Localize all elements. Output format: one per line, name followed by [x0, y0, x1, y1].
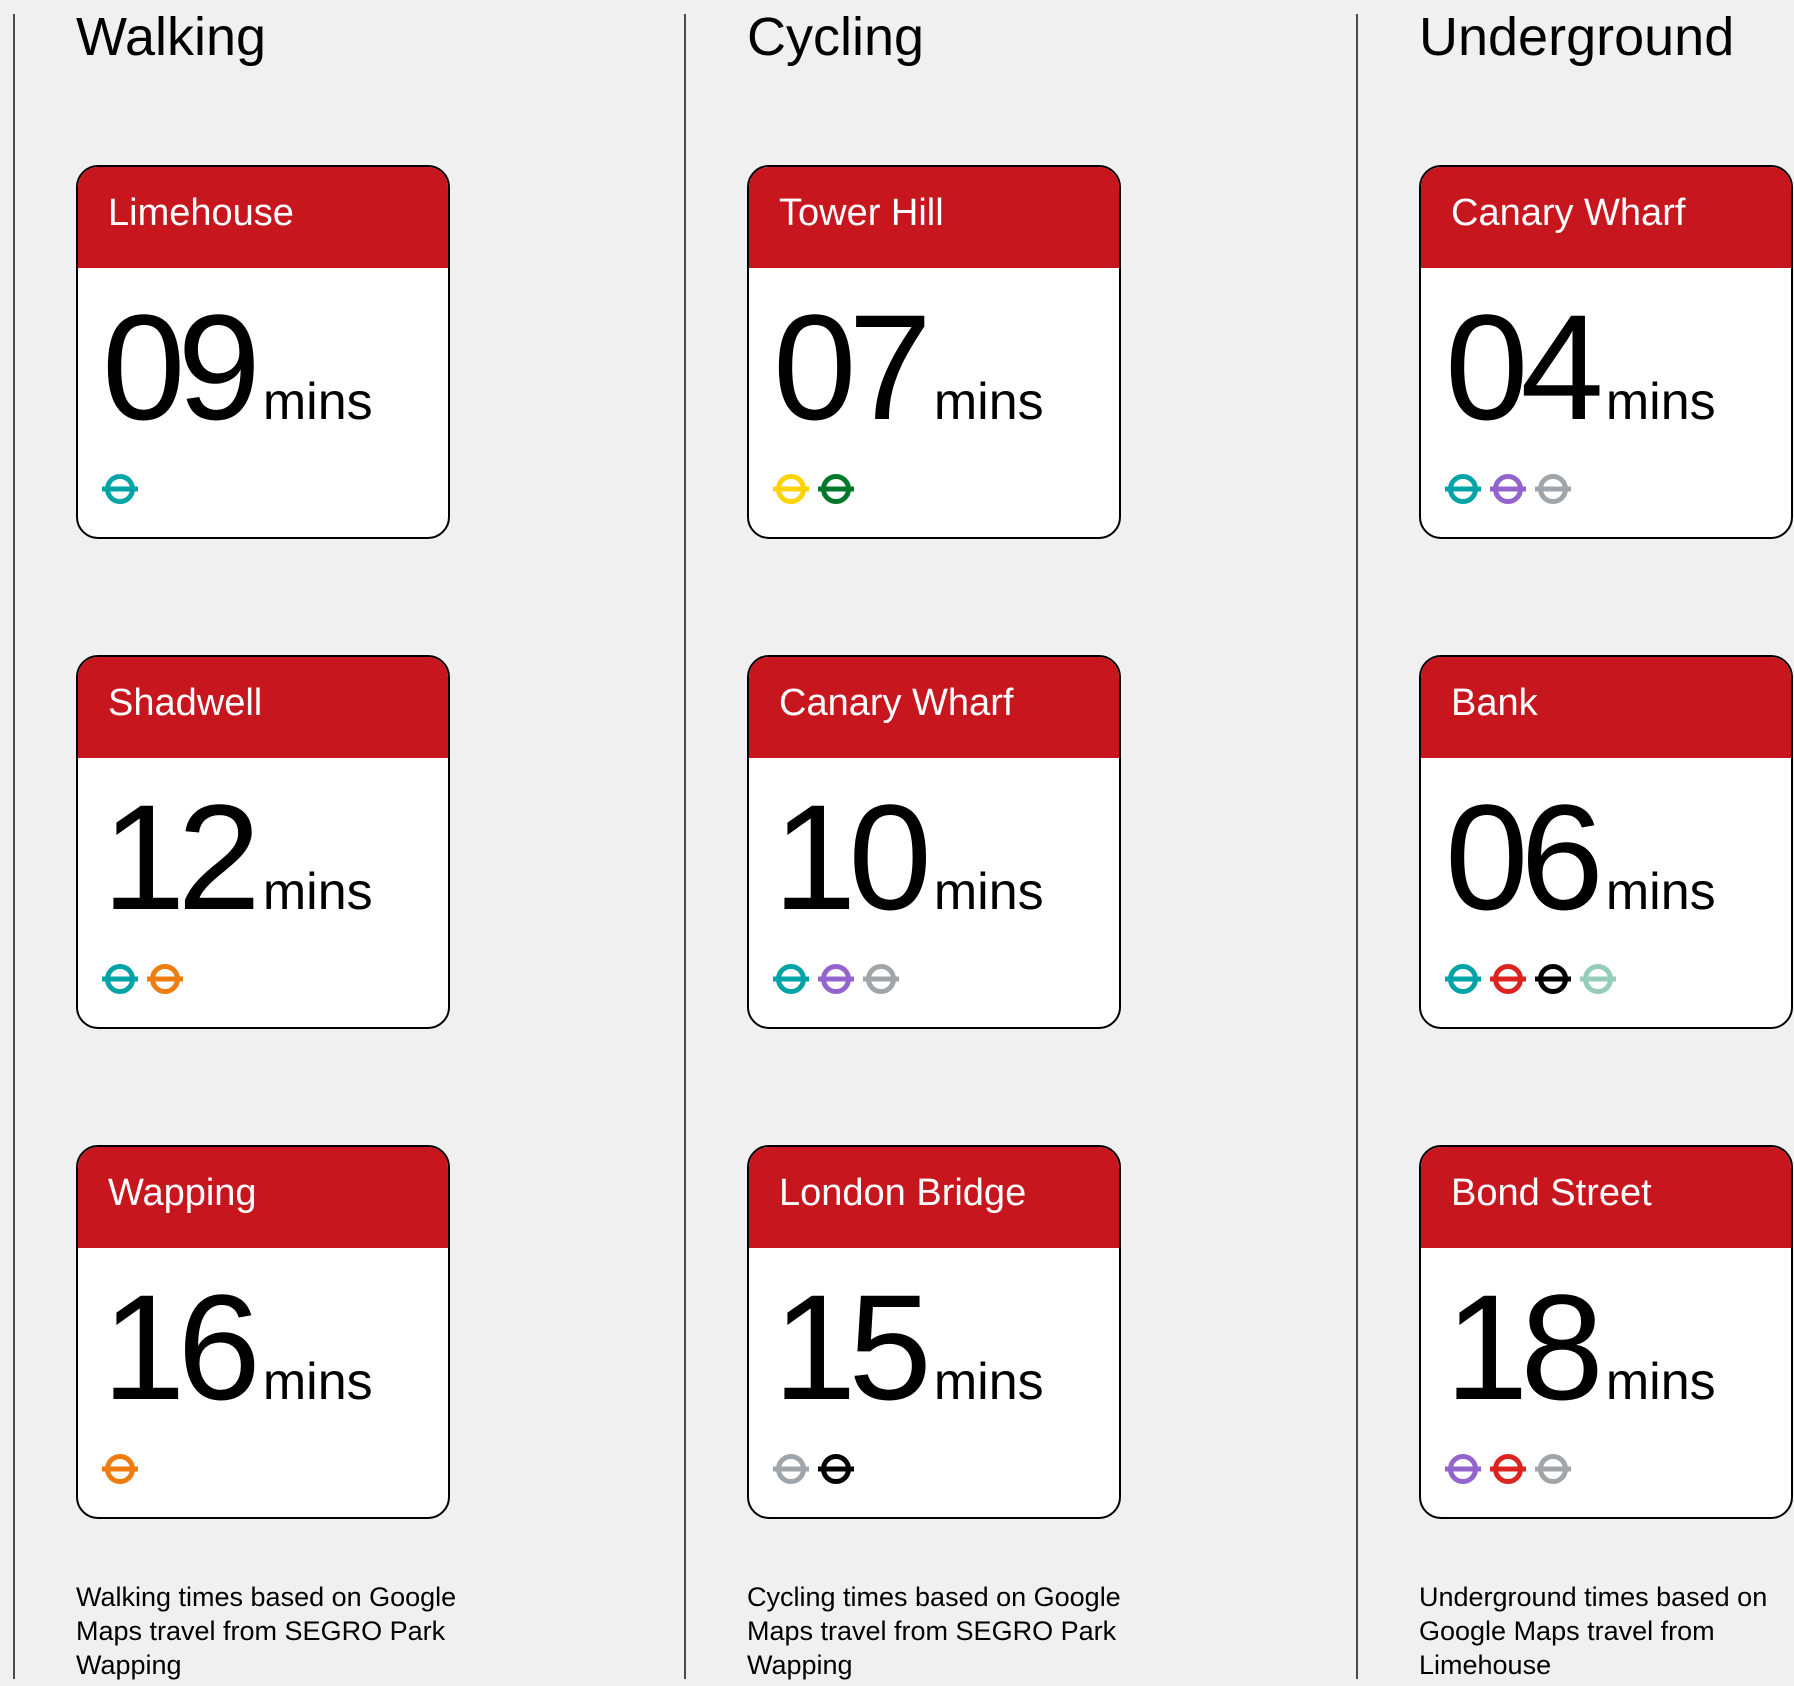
roundel-overground-icon — [102, 1454, 138, 1484]
travel-time: 12 mins — [102, 782, 373, 932]
travel-time: 18 mins — [1445, 1272, 1716, 1422]
roundel-elizabeth-icon — [1490, 474, 1526, 504]
station-name: London Bridge — [749, 1147, 1119, 1248]
roundel-dlr-icon — [1445, 964, 1481, 994]
time-unit: mins — [262, 373, 373, 431]
walking-column: Walking Limehouse 09 mins Shadwell 12 mi… — [76, 0, 516, 1686]
travel-card: Tower Hill 07 mins — [747, 165, 1121, 539]
line-roundels — [102, 1451, 138, 1487]
underground-column: Underground Canary Wharf 04 mins Bank 06… — [1419, 0, 1794, 1686]
roundel-northern-icon — [1535, 964, 1571, 994]
roundel-central-icon — [1490, 1454, 1526, 1484]
time-unit: mins — [1605, 863, 1716, 921]
column-divider — [1356, 14, 1358, 1679]
line-roundels — [773, 471, 854, 507]
travel-time: 04 mins — [1445, 292, 1716, 442]
roundel-jubilee-icon — [773, 1454, 809, 1484]
roundel-overground-icon — [147, 964, 183, 994]
cycling-column: Cycling Tower Hill 07 mins Canary Wharf … — [747, 0, 1187, 1686]
time-value: 07 — [773, 283, 932, 451]
roundel-dlr-icon — [1445, 474, 1481, 504]
travel-card: Shadwell 12 mins — [76, 655, 450, 1029]
roundel-central-icon — [1490, 964, 1526, 994]
station-name: Wapping — [78, 1147, 448, 1248]
time-unit: mins — [262, 1353, 373, 1411]
station-name: Tower Hill — [749, 167, 1119, 268]
roundel-elizabeth-icon — [818, 964, 854, 994]
station-name: Bank — [1421, 657, 1791, 758]
travel-time: 06 mins — [1445, 782, 1716, 932]
time-value: 15 — [773, 1263, 932, 1431]
line-roundels — [102, 961, 183, 997]
travel-time: 09 mins — [102, 292, 373, 442]
roundel-circle-icon — [773, 474, 809, 504]
time-value: 18 — [1445, 1263, 1604, 1431]
roundel-elizabeth-icon — [1445, 1454, 1481, 1484]
time-unit: mins — [1605, 373, 1716, 431]
column-divider — [684, 14, 686, 1679]
station-name: Shadwell — [78, 657, 448, 758]
footnote: Underground times based on Google Maps t… — [1419, 1582, 1768, 1680]
travel-card: Wapping 16 mins — [76, 1145, 450, 1519]
roundel-dlr-icon — [102, 474, 138, 504]
travel-card: Bond Street 18 mins — [1419, 1145, 1793, 1519]
travel-time: 10 mins — [773, 782, 1044, 932]
travel-card: Canary Wharf 10 mins — [747, 655, 1121, 1029]
roundel-jubilee-icon — [1535, 1454, 1571, 1484]
station-name: Canary Wharf — [1421, 167, 1791, 268]
travel-card: London Bridge 15 mins — [747, 1145, 1121, 1519]
time-unit: mins — [933, 1353, 1044, 1411]
time-value: 12 — [102, 773, 261, 941]
column-title: Cycling — [747, 7, 925, 67]
time-value: 09 — [102, 283, 261, 451]
station-name: Bond Street — [1421, 1147, 1791, 1248]
line-roundels — [1445, 961, 1616, 997]
column-title: Underground — [1419, 7, 1735, 67]
roundel-dlr-icon — [773, 964, 809, 994]
roundel-district-icon — [818, 474, 854, 504]
travel-time: 15 mins — [773, 1272, 1044, 1422]
footnote: Walking times based on Google Maps trave… — [76, 1582, 457, 1680]
roundel-northern-icon — [818, 1454, 854, 1484]
roundel-jubilee-icon — [1535, 474, 1571, 504]
travel-time: 07 mins — [773, 292, 1044, 442]
time-unit: mins — [933, 373, 1044, 431]
roundel-jubilee-icon — [863, 964, 899, 994]
travel-card: Limehouse 09 mins — [76, 165, 450, 539]
station-name: Limehouse — [78, 167, 448, 268]
line-roundels — [1445, 1451, 1571, 1487]
time-value: 04 — [1445, 283, 1604, 451]
roundel-dlr-icon — [102, 964, 138, 994]
column-title: Walking — [76, 7, 267, 67]
line-roundels — [773, 1451, 854, 1487]
time-value: 16 — [102, 1263, 261, 1431]
column-divider — [13, 14, 15, 1679]
travel-card: Bank 06 mins — [1419, 655, 1793, 1029]
time-value: 10 — [773, 773, 932, 941]
time-value: 06 — [1445, 773, 1604, 941]
station-name: Canary Wharf — [749, 657, 1119, 758]
time-unit: mins — [262, 863, 373, 921]
time-unit: mins — [933, 863, 1044, 921]
line-roundels — [773, 961, 899, 997]
roundel-waterloo-city-icon — [1580, 964, 1616, 994]
line-roundels — [102, 471, 138, 507]
time-unit: mins — [1605, 1353, 1716, 1411]
travel-card: Canary Wharf 04 mins — [1419, 165, 1793, 539]
footnote: Cycling times based on Google Maps trave… — [747, 1582, 1121, 1680]
line-roundels — [1445, 471, 1571, 507]
travel-time: 16 mins — [102, 1272, 373, 1422]
